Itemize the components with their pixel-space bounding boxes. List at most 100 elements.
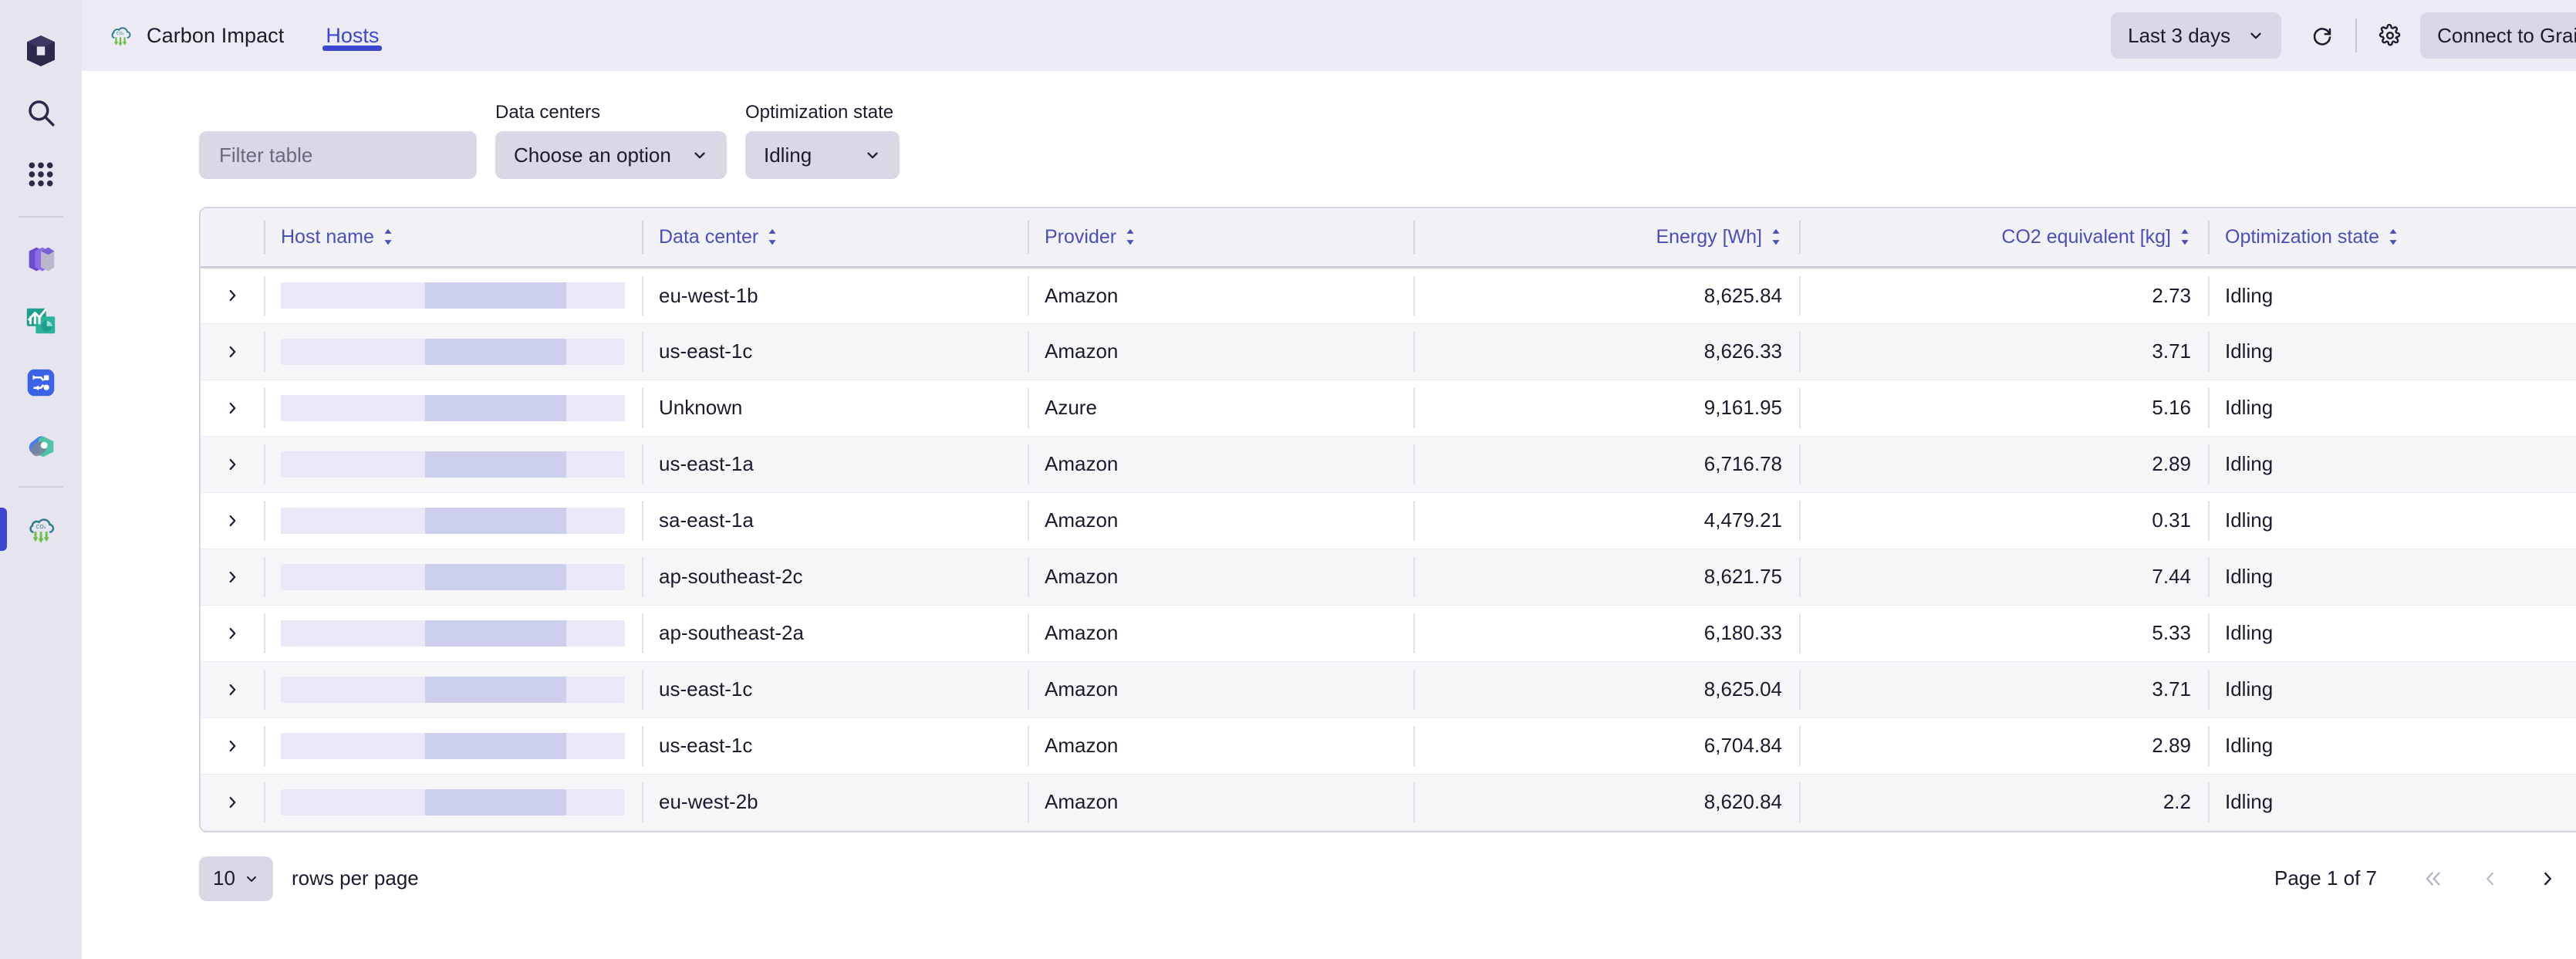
tab-hosts[interactable]: Hosts: [321, 0, 383, 71]
provider-cell: Amazon: [1028, 605, 1413, 662]
expand-cell[interactable]: [201, 718, 264, 775]
co2-cell: 0.31: [1799, 492, 2208, 549]
table-row[interactable]: Unknown Azure 9,161.95 5.16 Idling: [201, 380, 2576, 437]
sidebar-item-search[interactable]: [0, 82, 82, 144]
provider-cell: Amazon: [1028, 323, 1413, 380]
optimization-state-cell: Idling: [2208, 605, 2576, 662]
column-header-host-name[interactable]: Host name: [264, 208, 642, 268]
optimization-state-select[interactable]: Idling: [745, 131, 900, 179]
expand-cell[interactable]: [201, 549, 264, 606]
connect-to-grail-button[interactable]: Connect to Grail: [2420, 12, 2576, 59]
energy-cell: 8,625.84: [1413, 267, 1799, 324]
sidebar-item-apps-grid[interactable]: [0, 144, 82, 205]
data-centers-value: Choose an option: [514, 143, 671, 167]
table-row[interactable]: us-east-1a Amazon 6,716.78 2.89 Idling: [201, 436, 2576, 493]
workflow-icon: [23, 365, 59, 400]
column-label: CO2 equivalent [kg]: [2001, 225, 2171, 248]
expand-cell[interactable]: [201, 661, 264, 718]
expand-cell[interactable]: [201, 774, 264, 831]
first-page-button[interactable]: [2405, 856, 2462, 902]
column-header-data-center[interactable]: Data center: [642, 208, 1028, 268]
chevron-right-icon[interactable]: [218, 738, 247, 755]
previous-page-button[interactable]: [2462, 856, 2519, 902]
co2-cell: 3.71: [1799, 661, 2208, 718]
host-name-cell: [264, 436, 642, 493]
column-header-provider[interactable]: Provider: [1028, 208, 1413, 268]
header-divider: [2355, 19, 2358, 52]
chevron-right-icon[interactable]: [218, 625, 247, 642]
host-name-redacted: [281, 451, 625, 478]
column-header-optimization-state[interactable]: Optimization state: [2208, 208, 2576, 268]
chevron-right-icon[interactable]: [218, 456, 247, 473]
provider-cell: Amazon: [1028, 549, 1413, 606]
host-name-cell: [264, 718, 642, 775]
chevron-right-icon[interactable]: [218, 681, 247, 698]
sidebar-item-dynatrace-logo[interactable]: [0, 20, 82, 82]
sidebar-item-app-purple-cube[interactable]: [0, 228, 82, 290]
provider-cell: Amazon: [1028, 718, 1413, 775]
co2-cell: 5.33: [1799, 605, 2208, 662]
provider-cell: Amazon: [1028, 267, 1413, 324]
energy-cell: 4,479.21: [1413, 492, 1799, 549]
rows-per-page-select[interactable]: 10: [199, 856, 273, 901]
data-center-cell: us-east-1c: [642, 323, 1028, 380]
chevron-down-icon: [691, 147, 708, 164]
sidebar-item-app-kubernetes[interactable]: [0, 414, 82, 475]
sidebar-item-app-analytics[interactable]: [0, 290, 82, 352]
host-name-cell: [264, 549, 642, 606]
chevron-right-icon[interactable]: [218, 400, 247, 417]
sort-icon: [2179, 228, 2191, 245]
refresh-button[interactable]: [2298, 12, 2346, 59]
tab-hosts-label: Hosts: [326, 23, 380, 47]
sort-icon: [1124, 228, 1136, 245]
sidebar-divider-bottom: [19, 486, 63, 488]
layered-cube-icon: [23, 241, 59, 277]
chevron-right-icon[interactable]: [218, 794, 247, 811]
filter-bar: Data centers Choose an option Optimizati…: [82, 71, 2576, 179]
energy-cell: 6,716.78: [1413, 436, 1799, 493]
search-input[interactable]: [199, 131, 477, 179]
energy-cell: 6,704.84: [1413, 718, 1799, 775]
host-name-redacted: [281, 338, 625, 365]
table-row[interactable]: us-east-1c Amazon 8,626.33 3.71 Idling: [201, 323, 2576, 380]
expand-cell[interactable]: [201, 323, 264, 380]
svg-text:CO₂: CO₂: [36, 524, 46, 530]
energy-cell: 6,180.33: [1413, 605, 1799, 662]
settings-button[interactable]: [2366, 12, 2414, 59]
data-centers-select[interactable]: Choose an option: [495, 131, 727, 179]
expand-cell[interactable]: [201, 605, 264, 662]
provider-cell: Azure: [1028, 380, 1413, 437]
table-row[interactable]: ap-southeast-2c Amazon 8,621.75 7.44 Idling: [201, 549, 2576, 606]
expand-cell[interactable]: [201, 267, 264, 324]
sidebar-item-app-workflows[interactable]: [0, 352, 82, 414]
expand-cell[interactable]: [201, 436, 264, 493]
data-centers-group: Data centers Choose an option: [495, 102, 727, 179]
chevron-right-icon[interactable]: [218, 569, 247, 586]
column-header-energy[interactable]: Energy [Wh]: [1413, 208, 1799, 268]
expand-cell[interactable]: [201, 492, 264, 549]
table-row[interactable]: us-east-1c Amazon 8,625.04 3.71 Idling: [201, 661, 2576, 718]
co2-cell: 2.89: [1799, 436, 2208, 493]
table-body: eu-west-1b Amazon 8,625.84 2.73 Idling us-eas…: [201, 267, 2576, 831]
optimization-state-cell: Idling: [2208, 380, 2576, 437]
next-page-button[interactable]: [2519, 856, 2576, 902]
table-row[interactable]: us-east-1c Amazon 6,704.84 2.89 Idling: [201, 718, 2576, 775]
table-row[interactable]: eu-west-2b Amazon 8,620.84 2.2 Idling: [201, 774, 2576, 831]
rows-per-page-value: 10: [213, 866, 235, 890]
optimization-state-cell: Idling: [2208, 774, 2576, 831]
host-name-redacted: [281, 732, 625, 759]
sidebar-item-carbon-impact[interactable]: CO₂: [0, 498, 82, 560]
chevron-right-icon[interactable]: [218, 512, 247, 529]
column-header-co2-equivalent[interactable]: CO2 equivalent [kg]: [1799, 208, 2208, 268]
expand-cell[interactable]: [201, 380, 264, 437]
table-row[interactable]: ap-southeast-2a Amazon 6,180.33 5.33 Idling: [201, 605, 2576, 662]
optimization-state-cell: Idling: [2208, 492, 2576, 549]
carbon-cloud-icon: CO₂: [106, 22, 134, 49]
table-row[interactable]: eu-west-1b Amazon 8,625.84 2.73 Idling: [201, 267, 2576, 324]
timeframe-selector[interactable]: Last 3 days: [2111, 12, 2282, 59]
table-row[interactable]: sa-east-1a Amazon 4,479.21 0.31 Idling: [201, 492, 2576, 549]
chevron-right-icon[interactable]: [218, 287, 247, 304]
table-header-row: Host name Data center Provider Energy [W…: [201, 208, 2576, 268]
chevron-right-icon[interactable]: [218, 343, 247, 360]
host-name-cell: [264, 323, 642, 380]
